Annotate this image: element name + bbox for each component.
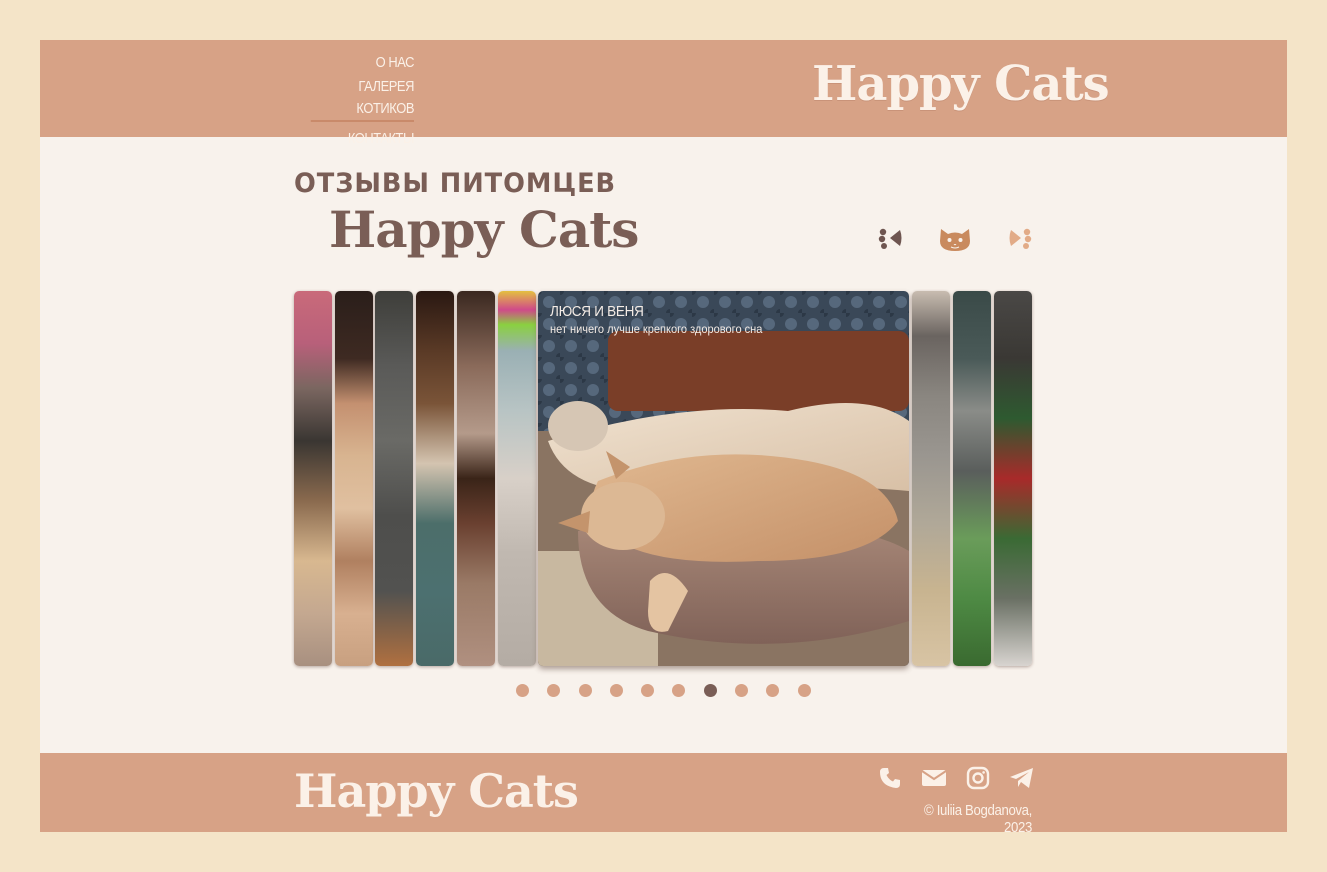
section-title: ОТЗЫВЫ ПИТОМЦЕВ bbox=[294, 168, 617, 199]
nav-link-about[interactable]: О НАС bbox=[311, 50, 415, 76]
instagram-icon[interactable] bbox=[964, 764, 991, 791]
pagination-dot[interactable] bbox=[578, 684, 592, 697]
nav-link-gallery[interactable]: ГАЛЕРЕЯ КОТИКОВ bbox=[310, 76, 414, 122]
gallery-photo-thumb[interactable] bbox=[912, 291, 950, 666]
phone-icon[interactable] bbox=[876, 764, 903, 791]
site-footer: Happy Cats © Iuliia Bogdanova, 2023 bbox=[40, 753, 1287, 836]
gallery-photo-thumb[interactable] bbox=[375, 291, 413, 666]
cat-gallery: ЛЮСЯ И ВЕНЯ нет ничего лучше крепкого зд… bbox=[294, 291, 1032, 666]
caption-review-text: нет ничего лучше крепкого здорового сна bbox=[550, 322, 763, 336]
telegram-icon[interactable] bbox=[1008, 764, 1035, 791]
gallery-photo-thumb[interactable] bbox=[416, 291, 454, 666]
paw-left-icon[interactable] bbox=[873, 220, 909, 256]
gallery-photo-active[interactable]: ЛЮСЯ И ВЕНЯ нет ничего лучше крепкого зд… bbox=[538, 291, 909, 666]
pagination-dot[interactable] bbox=[516, 684, 529, 697]
social-links bbox=[876, 764, 1035, 791]
email-icon[interactable] bbox=[920, 764, 947, 791]
paw-right-icon[interactable] bbox=[1002, 220, 1038, 256]
header-logo[interactable]: Happy Cats bbox=[812, 54, 1110, 114]
pagination-dot-active[interactable] bbox=[703, 684, 717, 697]
gallery-photo-thumb[interactable] bbox=[498, 291, 536, 666]
gallery-photo-thumb[interactable] bbox=[953, 291, 991, 666]
gallery-photo-thumb[interactable] bbox=[335, 291, 373, 666]
copyright-text: © Iuliia Bogdanova, 2023 bbox=[924, 802, 1032, 836]
gallery-photo-thumb[interactable] bbox=[994, 291, 1032, 666]
site-header: О НАС ГАЛЕРЕЯ КОТИКОВ КОНТАКТЫ Happy Cat… bbox=[40, 40, 1287, 147]
pagination-dot[interactable] bbox=[766, 684, 780, 697]
pagination-dot[interactable] bbox=[547, 684, 561, 697]
main-nav: О НАС ГАЛЕРЕЯ КОТИКОВ КОНТАКТЫ bbox=[294, 50, 414, 152]
pagination-dot[interactable] bbox=[797, 684, 811, 697]
pagination-dot[interactable] bbox=[609, 684, 623, 697]
cat-face-icon[interactable] bbox=[937, 220, 973, 256]
carousel-pagination bbox=[516, 684, 811, 697]
gallery-photo-thumb[interactable] bbox=[457, 291, 495, 666]
caption-pet-names: ЛЮСЯ И ВЕНЯ bbox=[550, 303, 644, 320]
pagination-dot[interactable] bbox=[672, 684, 686, 697]
pagination-dot[interactable] bbox=[641, 684, 655, 697]
section-logo: Happy Cats bbox=[329, 200, 639, 259]
sleeping-cats-photo bbox=[538, 291, 909, 666]
page-frame: О НАС ГАЛЕРЕЯ КОТИКОВ КОНТАКТЫ Happy Cat… bbox=[40, 40, 1287, 836]
pagination-dot[interactable] bbox=[735, 684, 749, 697]
nav-link-contacts[interactable]: КОНТАКТЫ bbox=[311, 126, 415, 152]
photo-caption: ЛЮСЯ И ВЕНЯ нет ничего лучше крепкого зд… bbox=[550, 303, 781, 336]
gallery-photo-thumb[interactable] bbox=[294, 291, 332, 666]
footer-logo[interactable]: Happy Cats bbox=[294, 761, 579, 821]
